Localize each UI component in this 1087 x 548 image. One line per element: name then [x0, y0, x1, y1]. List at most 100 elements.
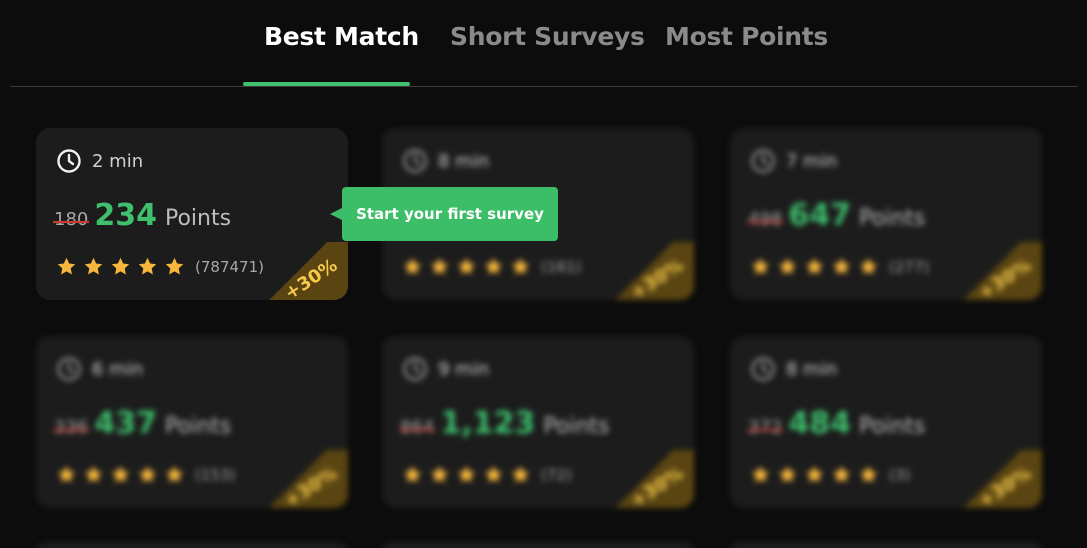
star-icon: [430, 257, 449, 275]
star-icon: [138, 465, 157, 483]
survey-card-partial: [382, 542, 694, 548]
sort-tabs: Best Match Short Surveys Most Points: [10, 0, 1078, 87]
original-points: 864: [398, 417, 436, 438]
survey-points: 372 484 Points: [746, 406, 926, 441]
rating-count: (72): [541, 465, 572, 484]
star-icon: [138, 257, 157, 275]
star-icon: [403, 465, 422, 483]
duration-text: 2 min: [92, 150, 144, 172]
duration-text: 8 min: [786, 358, 838, 380]
star-icon: [859, 257, 878, 275]
points-label: Points: [543, 414, 610, 439]
tab-most-points[interactable]: Most Points: [665, 22, 828, 56]
survey-points: 864 1,123 Points: [398, 406, 610, 441]
bonus-points: 484: [788, 406, 851, 441]
survey-rating: (277): [750, 256, 929, 277]
star-icon: [165, 465, 184, 483]
bonus-ribbon: +30%: [248, 242, 348, 300]
star-icon: [778, 465, 797, 483]
survey-rating: (787471): [56, 256, 264, 277]
bonus-percent: +30%: [280, 254, 342, 300]
survey-rating: (161): [402, 256, 581, 277]
star-icon: [57, 257, 76, 275]
star-icon: [111, 465, 130, 483]
active-tab-indicator: [243, 82, 410, 86]
rating-count: (277): [889, 257, 930, 276]
tab-best-match[interactable]: Best Match: [264, 22, 419, 56]
star-icon: [484, 257, 503, 275]
star-icon: [84, 465, 103, 483]
bonus-points: 647: [788, 198, 851, 233]
survey-rating: (72): [402, 464, 572, 485]
survey-rating: (3): [750, 464, 910, 485]
clock-icon: [751, 149, 775, 173]
first-survey-tooltip[interactable]: Start your first survey: [330, 187, 558, 241]
rating-count: (161): [541, 257, 582, 276]
bonus-ribbon: +30%: [942, 242, 1042, 300]
bonus-percent: +30%: [626, 462, 688, 508]
star-icon: [511, 465, 530, 483]
bonus-ribbon: +30%: [942, 450, 1042, 508]
survey-list-page: Best Match Short Surveys Most Points 2 m…: [0, 0, 1087, 548]
star-icon: [832, 465, 851, 483]
star-icon: [57, 465, 76, 483]
survey-card[interactable]: 9 min 864 1,123 Points (72) +30%: [382, 336, 694, 508]
bonus-ribbon: +30%: [248, 450, 348, 508]
star-icon: [403, 257, 422, 275]
clock-icon: [403, 357, 427, 381]
survey-card[interactable]: 7 min 498 647 Points (277) +30%: [730, 128, 1042, 300]
star-icon: [832, 257, 851, 275]
survey-card[interactable]: 6 min 336 437 Points (153) +30%: [36, 336, 348, 508]
clock-icon: [57, 357, 81, 381]
points-label: Points: [164, 206, 232, 231]
survey-duration: 7 min: [750, 148, 837, 174]
survey-duration: 8 min: [402, 148, 489, 174]
clock-icon: [751, 357, 775, 381]
star-icon: [778, 257, 797, 275]
bonus-ribbon: +30%: [594, 242, 694, 300]
star-icon: [111, 257, 130, 275]
bonus-percent: +30%: [974, 254, 1036, 300]
survey-duration: 9 min: [402, 356, 489, 382]
points-label: Points: [858, 206, 926, 231]
tab-short-surveys[interactable]: Short Surveys: [450, 22, 645, 56]
original-points: 180: [52, 209, 90, 230]
star-icon: [805, 465, 824, 483]
star-icon: [457, 465, 476, 483]
original-points: 372: [746, 417, 784, 438]
survey-duration: 8 min: [750, 356, 837, 382]
star-icon: [859, 465, 878, 483]
bonus-percent: +30%: [280, 462, 342, 508]
star-icon: [751, 465, 770, 483]
survey-rating: (153): [56, 464, 235, 485]
points-label: Points: [858, 414, 926, 439]
bonus-percent: +30%: [626, 254, 688, 300]
rating-count: (153): [195, 465, 236, 484]
survey-points: 180 234 Points: [52, 198, 232, 233]
star-icon: [430, 465, 449, 483]
tooltip-text: Start your first survey: [356, 205, 544, 223]
clock-icon: [57, 149, 81, 173]
duration-text: 8 min: [438, 150, 490, 172]
star-icon: [84, 257, 103, 275]
duration-text: 9 min: [438, 358, 490, 380]
survey-card[interactable]: 8 min 372 484 Points (3) +30%: [730, 336, 1042, 508]
points-label: Points: [164, 414, 232, 439]
bonus-points: 437: [94, 406, 157, 441]
survey-points: 336 437 Points: [52, 406, 232, 441]
original-points: 498: [746, 209, 784, 230]
bonus-percent: +30%: [974, 462, 1036, 508]
star-icon: [484, 465, 503, 483]
star-icon: [457, 257, 476, 275]
duration-text: 6 min: [92, 358, 144, 380]
clock-icon: [403, 149, 427, 173]
bonus-points: 234: [94, 198, 157, 233]
star-icon: [751, 257, 770, 275]
survey-card-partial: [730, 542, 1042, 548]
bonus-points: 1,123: [440, 406, 536, 441]
duration-text: 7 min: [786, 150, 838, 172]
survey-card-partial: [36, 542, 348, 548]
survey-points: 498 647 Points: [746, 198, 926, 233]
bonus-ribbon: +30%: [594, 450, 694, 508]
survey-card[interactable]: 2 min 180 234 Points (787471) +30%: [36, 128, 348, 300]
